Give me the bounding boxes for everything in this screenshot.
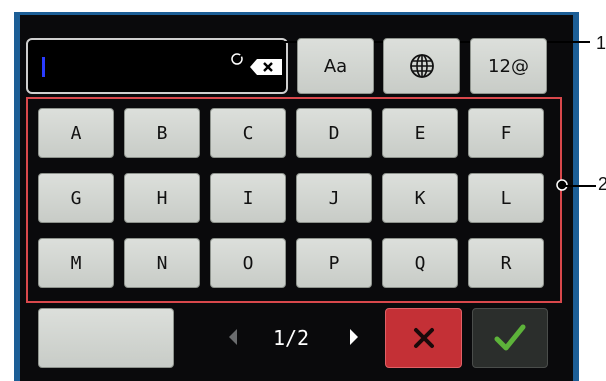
checkmark-icon — [494, 324, 526, 351]
key-b[interactable]: B — [124, 108, 200, 158]
key-m[interactable]: M — [38, 238, 114, 288]
space-button[interactable] — [38, 308, 174, 368]
key-n[interactable]: N — [124, 238, 200, 288]
confirm-button[interactable] — [472, 308, 548, 368]
callout-number-2: 2 — [598, 174, 606, 194]
language-button[interactable] — [383, 38, 460, 94]
close-icon — [413, 328, 434, 348]
key-r[interactable]: R — [468, 238, 544, 288]
key-h[interactable]: H — [124, 173, 200, 223]
key-p[interactable]: P — [296, 238, 372, 288]
key-k[interactable]: K — [382, 173, 458, 223]
numeric-mode-label: 12@ — [488, 55, 529, 77]
page-indicator: 1/2 — [272, 326, 310, 350]
key-l[interactable]: L — [468, 173, 544, 223]
chevron-right-icon[interactable] — [347, 327, 361, 347]
key-g[interactable]: G — [38, 173, 114, 223]
callout-2-line — [562, 185, 596, 187]
cancel-button[interactable] — [385, 308, 462, 368]
key-j[interactable]: J — [296, 173, 372, 223]
key-c[interactable]: C — [210, 108, 286, 158]
key-q[interactable]: Q — [382, 238, 458, 288]
key-f[interactable]: F — [468, 108, 544, 158]
text-cursor — [42, 57, 45, 77]
case-toggle-label: Aa — [323, 55, 348, 77]
numeric-mode-button[interactable]: 12@ — [470, 38, 547, 94]
chevron-left-icon[interactable] — [226, 327, 240, 347]
globe-icon — [409, 54, 434, 78]
key-o[interactable]: O — [210, 238, 286, 288]
key-a[interactable]: A — [38, 108, 114, 158]
key-e[interactable]: E — [382, 108, 458, 158]
callout-number-1: 1 — [596, 33, 606, 53]
key-d[interactable]: D — [296, 108, 372, 158]
key-i[interactable]: I — [210, 173, 286, 223]
case-toggle-button[interactable]: Aa — [297, 38, 374, 94]
